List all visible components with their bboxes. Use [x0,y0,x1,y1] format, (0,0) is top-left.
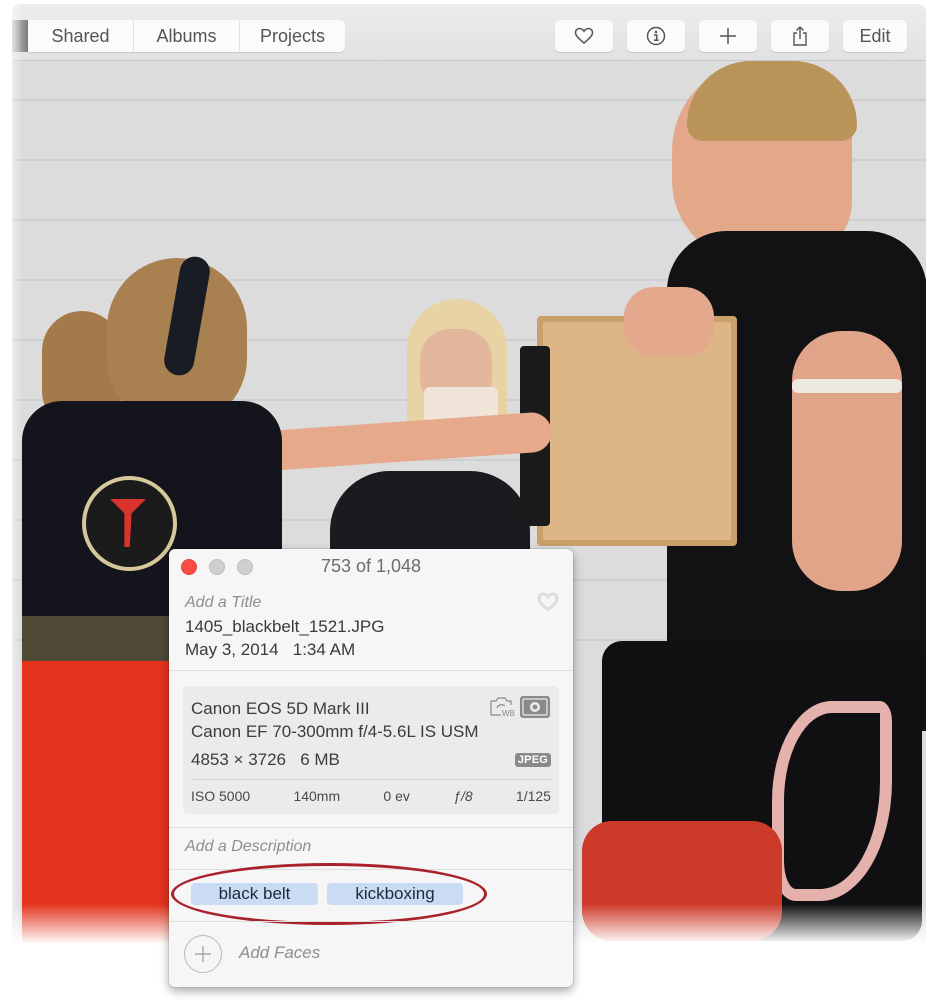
tab-albums[interactable]: Albums [134,20,240,52]
description-field[interactable]: Add a Description [185,838,311,856]
divider [169,827,573,828]
plus-icon [195,946,211,962]
shutter-speed: 1/125 [515,788,551,804]
photo-counter: 753 of 1,048 [320,556,422,576]
divider [169,869,573,870]
plus-icon [720,28,736,44]
share-icon [793,26,807,46]
capture-date: May 3, 2014 [185,640,279,659]
dimensions-size: 4853 × 3726 6 MB [191,750,340,770]
keyword-token[interactable]: kickboxing [327,883,463,905]
image-dimensions: 4853 × 3726 [191,750,287,769]
heart-icon [537,592,559,612]
add-faces-button[interactable] [184,935,222,973]
tab-projects[interactable]: Projects [240,20,345,52]
toolbar: Shared Albums Projects Edit [12,4,926,61]
armband [792,379,902,393]
iso-value: ISO 5000 [191,788,251,804]
exif-divider [191,779,551,780]
exif-box: Canon EOS 5D Mark III Canon EF 70-300mm … [183,686,559,814]
add-button[interactable] [699,20,757,52]
man-arm [792,331,902,591]
file-size: 6 MB [300,750,340,769]
keyword-token[interactable]: black belt [191,883,318,905]
tab-shared[interactable]: Shared [28,20,134,52]
girl-shorts [22,661,192,944]
heart-icon [574,27,594,44]
wb-label: WB [502,709,515,718]
man-hair [687,61,857,141]
aperture: ƒ/8 [453,788,473,804]
camera-model: Canon EOS 5D Mark III [191,699,370,718]
metering-mode-icon [519,695,551,724]
view-segmented-control: Shared Albums Projects [28,20,345,52]
exposure-stats: ISO 5000 140mm 0 ev ƒ/8 1/125 [191,788,551,804]
white-balance-icon: WB [489,696,517,723]
man-leg [582,821,782,941]
favorite-toggle[interactable] [537,592,559,617]
filename: 1405_blackbelt_1521.JPG [185,617,385,636]
divider [169,921,573,922]
favorite-button[interactable] [555,20,613,52]
format-badge: JPEG [514,753,551,767]
man-hand [624,287,714,357]
capture-time: 1:34 AM [292,640,356,659]
divider [169,670,573,671]
segment-stub [12,20,28,52]
add-faces-label[interactable]: Add Faces [239,943,320,963]
capture-datetime: May 3, 2014 1:34 AM [185,640,355,660]
title-field[interactable]: Add a Title [185,594,261,612]
focal-length: 140mm [293,788,341,804]
edit-button[interactable]: Edit [843,20,907,52]
info-button[interactable] [627,20,685,52]
info-panel: 753 of 1,048 Add a Title 1405_blackbelt_… [169,549,573,987]
keywords-field[interactable]: black belt kickboxing [191,883,463,905]
exposure-bias: 0 ev [383,788,410,804]
lens-model: Canon EF 70-300mm f/4-5.6L IS USM [191,722,479,741]
girl-belt [22,616,192,666]
share-button[interactable] [771,20,829,52]
info-icon [646,26,666,46]
